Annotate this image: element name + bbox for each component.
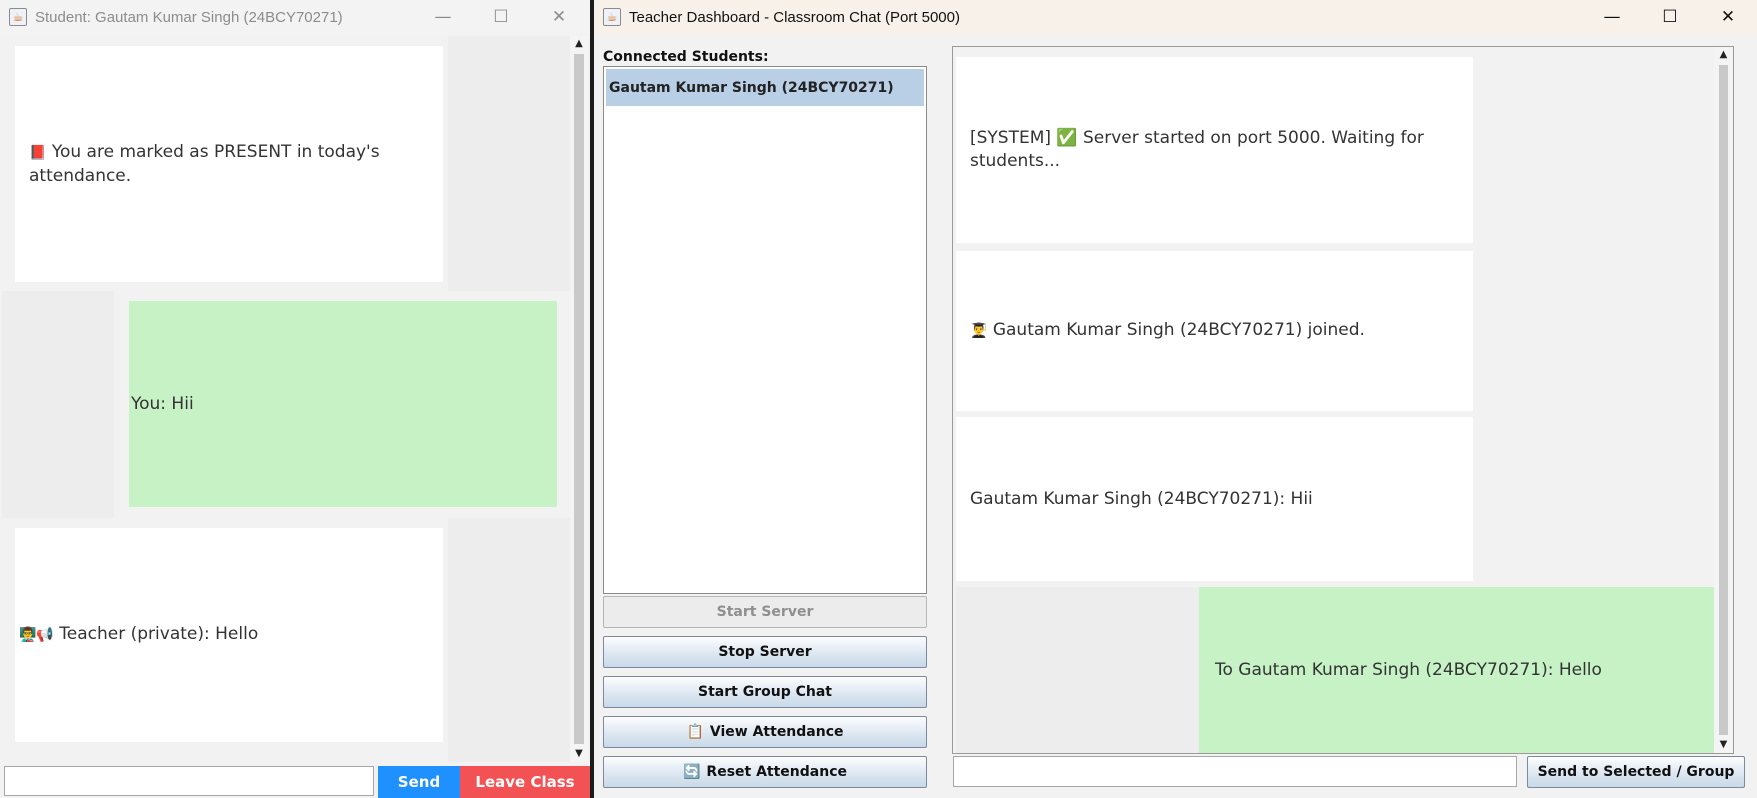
scroll-down-icon[interactable]: ▼	[1714, 737, 1733, 753]
scroll-down-icon[interactable]: ▼	[570, 746, 588, 762]
student-joined-icon: 👨‍🎓	[970, 323, 988, 339]
stop-server-label: Stop Server	[718, 644, 812, 660]
message-bubble: 📕 You are marked as PRESENT in today's a…	[15, 46, 443, 282]
scroll-up-icon[interactable]: ▲	[570, 36, 588, 52]
student-chat-scrollbar[interactable]: ▲ ▼	[570, 36, 588, 762]
maximize-icon[interactable]: ☐	[472, 0, 530, 34]
message-text: Gautam Kumar Singh (24BCY70271) joined.	[992, 320, 1365, 340]
message-bubble: 👨‍🏫📢 Teacher (private): Hello	[15, 528, 443, 742]
start-group-chat-label: Start Group Chat	[698, 684, 832, 700]
teacher-window-controls: — ☐ ✕	[1583, 0, 1757, 34]
start-server-label: Start Server	[716, 604, 814, 620]
teacher-message-input[interactable]	[953, 756, 1517, 787]
java-app-icon: ☕	[603, 8, 621, 26]
student-window-controls: — ☐ ✕	[414, 0, 588, 34]
message-text: [SYSTEM] ✅ Server started on port 5000. …	[970, 128, 1424, 171]
teacher-window: ☕ Teacher Dashboard - Classroom Chat (Po…	[594, 0, 1757, 798]
reset-attendance-button[interactable]: 🔄 Reset Attendance	[603, 756, 927, 788]
student-list-item[interactable]: Gautam Kumar Singh (24BCY70271)	[606, 69, 924, 106]
message-text: You are marked as PRESENT in today's att…	[29, 141, 380, 186]
refresh-icon: 🔄	[682, 764, 701, 780]
student-input-bar: Send Leave Class	[0, 764, 590, 798]
stop-server-button[interactable]: Stop Server	[603, 636, 927, 668]
maximize-icon[interactable]: ☐	[1641, 0, 1699, 34]
teacher-window-title: Teacher Dashboard - Classroom Chat (Port…	[629, 8, 960, 26]
teacher-title-bar: ☕ Teacher Dashboard - Classroom Chat (Po…	[594, 0, 1757, 34]
message-bubble: 👨‍🎓 Gautam Kumar Singh (24BCY70271) join…	[956, 251, 1473, 411]
teacher-chat-scrollbar[interactable]: ▲ ▼	[1714, 47, 1733, 753]
student-window: ☕ Student: Gautam Kumar Singh (24BCY7027…	[0, 0, 590, 798]
message-text: You: Hii	[131, 393, 194, 414]
view-attendance-label: View Attendance	[709, 724, 844, 740]
student-title-bar: ☕ Student: Gautam Kumar Singh (24BCY7027…	[0, 0, 590, 34]
book-icon: 📕	[29, 144, 47, 161]
scrollbar-thumb[interactable]	[574, 54, 584, 744]
teacher-megaphone-icon: 👨‍🏫📢	[19, 627, 54, 643]
chat-row: 👨‍🏫📢 Teacher (private): Hello	[2, 518, 570, 762]
start-group-chat-button[interactable]: Start Group Chat	[603, 676, 927, 708]
message-text: To Gautam Kumar Singh (24BCY70271): Hell…	[1215, 659, 1602, 680]
leave-class-button[interactable]: Leave Class	[460, 766, 590, 798]
send-button[interactable]: Send	[378, 766, 460, 798]
minimize-icon[interactable]: —	[414, 0, 472, 34]
close-icon[interactable]: ✕	[1699, 0, 1757, 34]
connected-students-list[interactable]: Gautam Kumar Singh (24BCY70271)	[603, 66, 927, 594]
chat-row: 📕 You are marked as PRESENT in today's a…	[2, 36, 570, 291]
message-bubble: [SYSTEM] ✅ Server started on port 5000. …	[956, 57, 1473, 243]
student-window-title: Student: Gautam Kumar Singh (24BCY70271)	[35, 8, 343, 26]
student-chat-area: 📕 You are marked as PRESENT in today's a…	[2, 36, 570, 762]
connected-students-label: Connected Students:	[603, 49, 769, 65]
own-message-bubble: To Gautam Kumar Singh (24BCY70271): Hell…	[1199, 587, 1714, 753]
teacher-chat-area: [SYSTEM] ✅ Server started on port 5000. …	[952, 46, 1734, 754]
reset-attendance-label: Reset Attendance	[706, 764, 848, 780]
message-bubble: Gautam Kumar Singh (24BCY70271): Hii	[956, 417, 1473, 581]
clipboard-icon: 📋	[686, 724, 704, 740]
message-text: Gautam Kumar Singh (24BCY70271): Hii	[970, 488, 1313, 509]
send-to-selected-group-button[interactable]: Send to Selected / Group	[1527, 756, 1745, 788]
own-message-bubble: You: Hii	[129, 301, 557, 507]
chat-row: You: Hii	[2, 291, 570, 518]
student-message-input[interactable]	[4, 766, 374, 796]
start-server-button[interactable]: Start Server	[603, 596, 927, 628]
close-icon[interactable]: ✕	[530, 0, 588, 34]
java-app-icon: ☕	[9, 8, 27, 26]
view-attendance-button[interactable]: 📋 View Attendance	[603, 716, 927, 748]
minimize-icon[interactable]: —	[1583, 0, 1641, 34]
scrollbar-thumb[interactable]	[1719, 65, 1728, 735]
send-to-selected-label: Send to Selected / Group	[1537, 764, 1735, 780]
message-text: Teacher (private): Hello	[59, 624, 259, 644]
scroll-up-icon[interactable]: ▲	[1714, 47, 1733, 63]
